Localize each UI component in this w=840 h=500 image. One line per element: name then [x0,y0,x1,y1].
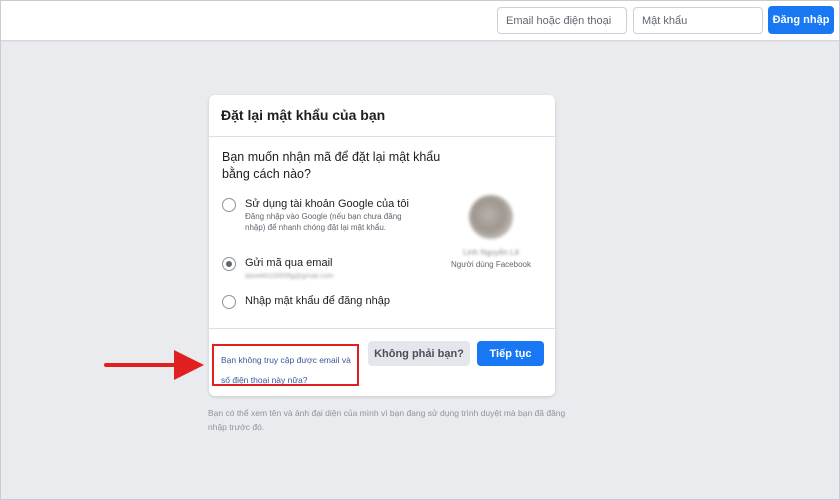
not-you-button[interactable]: Không phải bạn? [368,341,470,366]
top-bar: Đăng nhập [0,0,840,40]
option-email-label: Gửi mã qua email [245,257,333,269]
radio-email[interactable] [222,257,236,271]
option-google-description: Đăng nhập vào Google (nếu bạn chưa đăng … [245,212,402,232]
profile-block: Linh Nguyễn Lê Người dùng Facebook [431,195,551,269]
no-access-link[interactable]: Bạn không truy cập được email và số điện… [212,344,359,386]
info-note: Bạn có thể xem tên và ảnh đại diện của m… [208,408,566,432]
reset-question: Bạn muốn nhận mã để đặt lại mật khẩu bằn… [222,150,441,181]
masked-email: daviekh10000fg@gmail.com [245,273,334,280]
red-arrow-icon [104,350,204,380]
login-button[interactable]: Đăng nhập [768,6,834,34]
option-password-label: Nhập mật khẩu để đăng nhập [245,295,390,307]
card-title: Đặt lại mật khẩu của bạn [209,95,555,137]
radio-google[interactable] [222,198,236,212]
divider [209,328,555,329]
option-google-label: Sử dụng tài khoản Google của tôi [245,198,409,210]
continue-button[interactable]: Tiếp tục [477,341,544,366]
password-input[interactable] [633,7,763,34]
radio-password[interactable] [222,295,236,309]
reset-password-card: Đặt lại mật khẩu của bạn Bạn muốn nhận m… [209,95,555,396]
avatar [469,195,513,239]
profile-name: Linh Nguyễn Lê [462,248,520,257]
email-input[interactable] [497,7,627,34]
profile-subtitle: Người dùng Facebook [451,260,531,269]
